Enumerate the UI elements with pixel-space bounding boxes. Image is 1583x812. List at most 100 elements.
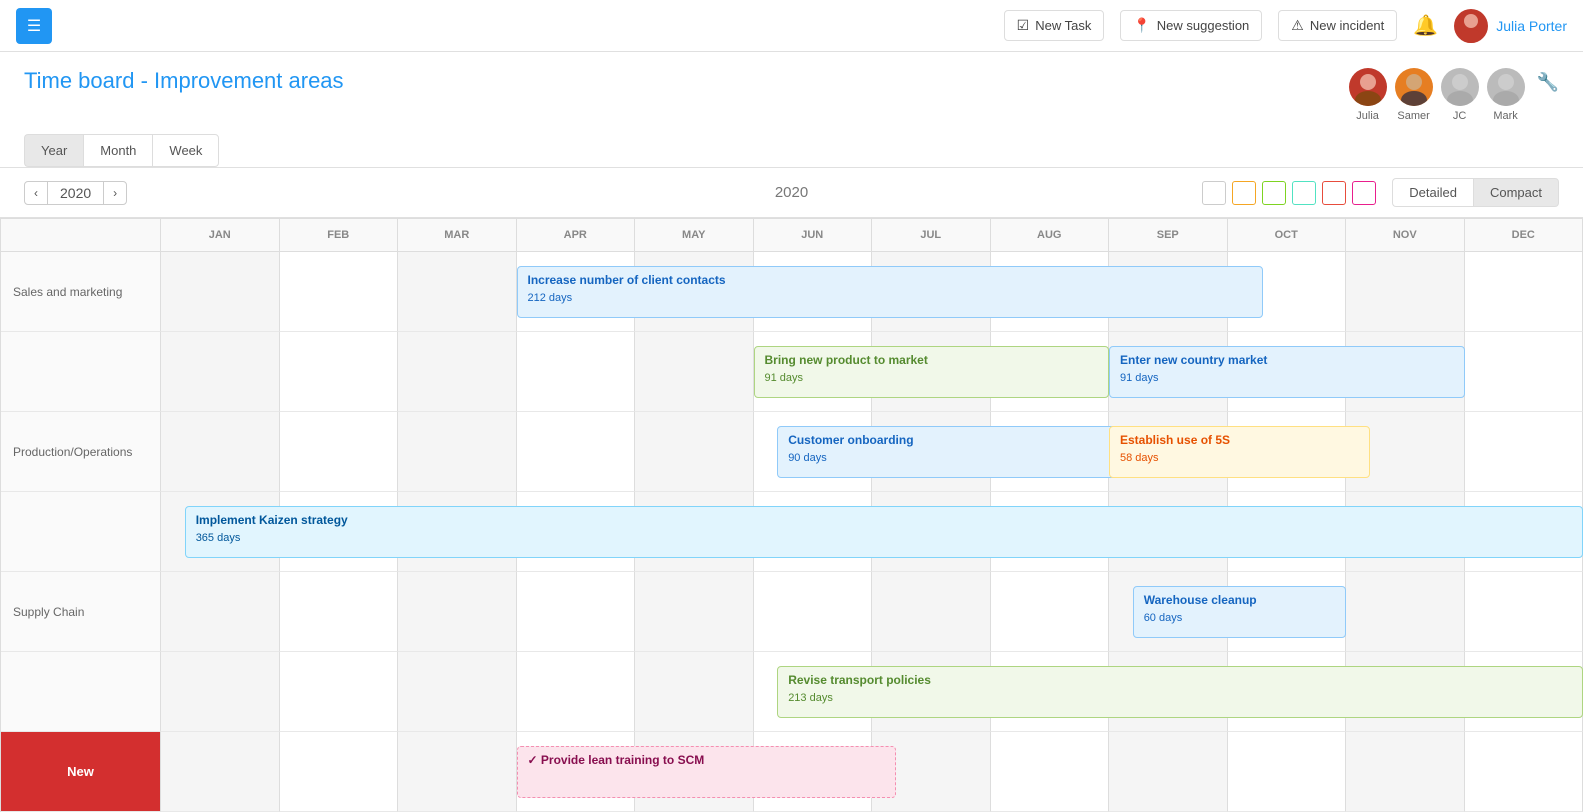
cell-supply-feb [280, 572, 399, 652]
cell-supply-dec [1465, 572, 1583, 652]
top-navigation: ☰ ☑ New Task 📍 New suggestion ⚠ New inci… [0, 0, 1583, 52]
filter-white[interactable] [1202, 181, 1226, 205]
new-task-label: New Task [1035, 18, 1091, 33]
event-bar-enter-new-country[interactable]: Enter new country market91 days [1109, 346, 1465, 398]
detailed-button[interactable]: Detailed [1392, 178, 1473, 207]
header-jan: JAN [161, 218, 280, 252]
nav-actions: ☑ New Task 📍 New suggestion ⚠ New incide… [1004, 9, 1567, 43]
cell-sales-mar [398, 252, 517, 332]
calendar-grid: JAN FEB MAR APR MAY JUN JUL AUG SEP OCT … [0, 218, 1583, 812]
header-avatars: Julia Samer JC [1349, 68, 1525, 122]
avatar-samer-name: Samer [1397, 110, 1429, 122]
cell-prod-mar [398, 412, 517, 492]
event-bar-revise-transport[interactable]: Revise transport policies213 days [777, 666, 1583, 718]
new-incident-button[interactable]: ⚠ New incident [1278, 10, 1397, 41]
cell-prod-dec [1465, 412, 1583, 492]
event-bar-lean-training[interactable]: ✓ Provide lean training to SCM [517, 746, 896, 798]
new-suggestion-button[interactable]: 📍 New suggestion [1120, 10, 1262, 41]
header-nov: NOV [1346, 218, 1465, 252]
filter-cyan[interactable] [1292, 181, 1316, 205]
cell-sales2-may [635, 332, 754, 412]
suggestion-icon: 📍 [1133, 17, 1150, 34]
header-aug: AUG [991, 218, 1110, 252]
avatar-mark-name: Mark [1493, 110, 1517, 122]
cell-new-mar [398, 732, 517, 812]
filter-red[interactable] [1322, 181, 1346, 205]
cell-supply-jan [161, 572, 280, 652]
cell-supply2-apr [517, 652, 636, 732]
user-avatar [1454, 9, 1488, 43]
avatar-julia-name: Julia [1356, 110, 1379, 122]
cell-prod-apr [517, 412, 636, 492]
page-title-prefix: Time board - [24, 68, 154, 93]
tab-week[interactable]: Week [152, 134, 219, 167]
detail-buttons: Detailed Compact [1392, 178, 1559, 207]
cell-prod-may [635, 412, 754, 492]
page-header-top: Time board - Improvement areas Julia Sam… [24, 68, 1559, 122]
row-label-supply2 [1, 652, 161, 732]
new-task-button[interactable]: ☑ New Task [1004, 10, 1105, 41]
event-bar-implement-kaizen[interactable]: Implement Kaizen strategy365 days [185, 506, 1583, 558]
cell-new-oct [1228, 732, 1347, 812]
row-label-sales: Sales and marketing [1, 252, 161, 332]
cell-supply-jun [754, 572, 873, 652]
user-area[interactable]: Julia Porter [1454, 9, 1567, 43]
cell-supply2-jan [161, 652, 280, 732]
avatar-julia[interactable]: Julia [1349, 68, 1387, 122]
cell-supply2-feb [280, 652, 399, 732]
calendar-inner: JAN FEB MAR APR MAY JUN JUL AUG SEP OCT … [0, 218, 1583, 812]
hamburger-button[interactable]: ☰ [16, 8, 52, 44]
cell-sales2-jan [161, 332, 280, 412]
bell-button[interactable]: 🔔 [1413, 13, 1438, 38]
new-suggestion-label: New suggestion [1157, 18, 1250, 33]
year-display: 2020 [48, 181, 103, 205]
event-bar-bring-new-product[interactable]: Bring new product to market91 days [754, 346, 1110, 398]
avatar-jc[interactable]: JC [1441, 68, 1479, 122]
cell-prod-feb [280, 412, 399, 492]
cell-supply2-may [635, 652, 754, 732]
cell-new-jan [161, 732, 280, 812]
calendar-year-center: 2020 [775, 184, 808, 201]
prev-year-button[interactable]: ‹ [24, 181, 48, 205]
event-bar-customer-onboarding[interactable]: Customer onboarding90 days [777, 426, 1133, 478]
event-bar-warehouse-cleanup[interactable]: Warehouse cleanup60 days [1133, 586, 1346, 638]
view-controls: Year Month Week [24, 134, 219, 167]
nav-left: ☰ [16, 8, 992, 44]
header-feb: FEB [280, 218, 399, 252]
cell-sales2-mar [398, 332, 517, 412]
row-label-sales2 [1, 332, 161, 412]
wrench-icon[interactable]: 🔧 [1537, 72, 1559, 93]
filter-orange[interactable] [1232, 181, 1256, 205]
cell-supply-nov [1346, 572, 1465, 652]
compact-button[interactable]: Compact [1473, 178, 1559, 207]
cell-supply-mar [398, 572, 517, 652]
event-bar-establish-use-5s[interactable]: Establish use of 5S58 days [1109, 426, 1370, 478]
row-label-production: Production/Operations [1, 412, 161, 492]
avatar-samer[interactable]: Samer [1395, 68, 1433, 122]
hamburger-icon: ☰ [27, 16, 41, 36]
tab-month[interactable]: Month [83, 134, 152, 167]
header-jul: JUL [872, 218, 991, 252]
cell-new-nov [1346, 732, 1465, 812]
cell-sales-nov [1346, 252, 1465, 332]
cell-supply-may [635, 572, 754, 652]
incident-icon: ⚠ [1291, 17, 1304, 34]
tab-year[interactable]: Year [24, 134, 83, 167]
cell-sales2-feb [280, 332, 399, 412]
calendar-toolbar: ‹ 2020 › 2020 Detailed Compact [0, 168, 1583, 218]
user-name: Julia Porter [1496, 18, 1567, 34]
next-year-button[interactable]: › [103, 181, 127, 205]
page-title: Time board - Improvement areas [24, 68, 344, 94]
filter-green[interactable] [1262, 181, 1286, 205]
page-title-main: Improvement areas [154, 68, 344, 93]
filter-pink[interactable] [1352, 181, 1376, 205]
cell-new-aug [991, 732, 1110, 812]
event-bar-increase-client-contacts[interactable]: Increase number of client contacts212 da… [517, 266, 1264, 318]
cell-supply-aug [991, 572, 1110, 652]
header-right: Julia Samer JC [1349, 68, 1559, 122]
cell-new-feb [280, 732, 399, 812]
new-incident-label: New incident [1310, 18, 1384, 33]
header-dec: DEC [1465, 218, 1583, 252]
cell-supply-apr [517, 572, 636, 652]
avatar-mark[interactable]: Mark [1487, 68, 1525, 122]
